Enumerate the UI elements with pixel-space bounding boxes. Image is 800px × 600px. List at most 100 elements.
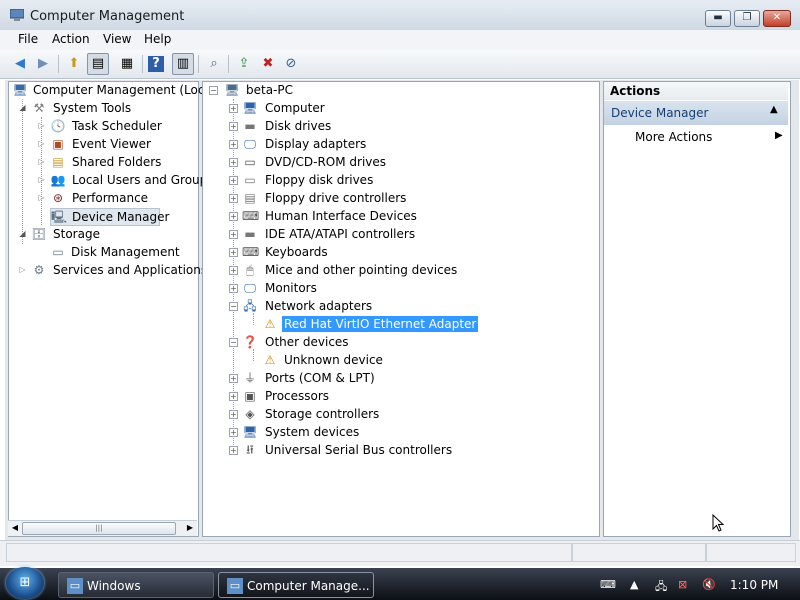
taskbar-item-windows[interactable]: ▭ Windows (58, 572, 214, 598)
expand-arrow-icon[interactable]: ▷ (37, 194, 46, 203)
tree-item-computer-management[interactable]: 🖥 Computer Management (Local (12, 82, 215, 98)
processor-icon: ▣ (244, 389, 256, 403)
show-hide-console-tree-icon[interactable]: ▤ (87, 53, 109, 75)
expand-box-icon[interactable]: + (229, 104, 238, 113)
expand-arrow-icon[interactable]: ▷ (37, 158, 46, 167)
back-icon[interactable]: ◀ (9, 53, 31, 75)
device-category-other-devices[interactable]: − ❓ Other devices (229, 334, 529, 350)
disable-device-icon[interactable]: ⊘ (280, 53, 302, 75)
tree-item-services-applications[interactable]: ▷ ⚙ Services and Applications (18, 262, 207, 278)
up-icon[interactable]: ⬆ (63, 53, 85, 75)
device-unknown-device[interactable]: ⚠ Unknown device (262, 352, 462, 368)
volume-muted-icon[interactable]: 🔇 (702, 578, 716, 591)
device-category-ports[interactable]: + ⏚ Ports (COM & LPT) (229, 370, 529, 386)
expand-box-icon[interactable]: + (229, 284, 238, 293)
start-button[interactable]: ⊞ (6, 567, 44, 599)
expand-box-icon[interactable]: + (229, 266, 238, 275)
device-red-hat-virtio[interactable]: ⚠ Red Hat VirtIO Ethernet Adapter (262, 316, 479, 332)
tree-item-local-users[interactable]: ▷ 👥 Local Users and Groups (37, 172, 213, 188)
collapse-arrow-icon[interactable]: ◢ (18, 230, 27, 239)
scroll-thumb[interactable]: ||| (22, 522, 176, 535)
tree-item-disk-management[interactable]: ▭ Disk Management (50, 244, 196, 260)
actions-section-device-manager[interactable]: Device Manager (604, 101, 788, 125)
scroll-left-icon[interactable]: ◀ (9, 521, 21, 535)
window-icon: ▭ (67, 578, 83, 594)
tree-item-event-viewer[interactable]: ▷ ▣ Event Viewer (37, 136, 196, 152)
tree-item-task-scheduler[interactable]: ▷ 🕓 Task Scheduler (37, 118, 196, 134)
expand-box-icon[interactable]: + (229, 140, 238, 149)
expand-box-icon[interactable]: + (229, 392, 238, 401)
uninstall-device-icon[interactable]: ✖ (257, 53, 279, 75)
expand-box-icon[interactable]: + (229, 122, 238, 131)
submenu-arrow-icon[interactable]: ▶ (775, 130, 783, 141)
expand-box-icon[interactable]: + (229, 194, 238, 203)
tree-line (22, 99, 23, 244)
device-category-usb-controllers[interactable]: + ⭿ Universal Serial Bus controllers (229, 442, 529, 458)
keyboard-layout-icon[interactable]: ⌨ (600, 578, 616, 591)
taskbar-item-computer-management[interactable]: ▭ Computer Manage... (218, 572, 374, 598)
tree-item-performance[interactable]: ▷ ⊛ Performance (37, 190, 196, 206)
device-category-keyboards[interactable]: + ⌨ Keyboards (229, 244, 529, 260)
show-hidden-icons-icon[interactable]: ▲ (630, 578, 638, 591)
device-category-processors[interactable]: + ▣ Processors (229, 388, 529, 404)
close-button[interactable]: ✕ (763, 10, 791, 27)
tree-item-label: Keyboards (265, 245, 328, 259)
tree-item-system-tools[interactable]: ◢ ⚒ System Tools (18, 100, 196, 116)
collapse-box-icon[interactable]: − (229, 338, 238, 347)
maximize-button[interactable]: ❐ (734, 10, 760, 27)
tree-item-storage[interactable]: ◢ 🗄 Storage (18, 226, 196, 242)
forward-icon[interactable]: ▶ (32, 53, 54, 75)
device-category-mice[interactable]: + 🖱 Mice and other pointing devices (229, 262, 529, 278)
expand-box-icon[interactable]: + (229, 212, 238, 221)
tree-item-root[interactable]: − 🖥 beta-PC (209, 82, 359, 98)
menu-action[interactable]: Action (52, 32, 90, 46)
scroll-right-icon[interactable]: ▶ (184, 521, 196, 535)
expand-box-icon[interactable]: + (229, 248, 238, 257)
device-category-display-adapters[interactable]: + 🖵 Display adapters (229, 136, 529, 152)
device-category-monitors[interactable]: + 🖵 Monitors (229, 280, 529, 296)
properties-icon[interactable]: ▦ (116, 53, 138, 75)
menu-file[interactable]: File (18, 32, 38, 46)
expand-box-icon[interactable]: + (229, 374, 238, 383)
tree-item-device-manager[interactable]: 🖳 Device Manager (50, 208, 169, 226)
network-icon[interactable]: 🖧 (655, 578, 667, 597)
expand-box-icon[interactable]: + (229, 410, 238, 419)
expand-arrow-icon[interactable]: ▷ (37, 122, 46, 131)
collapse-box-icon[interactable]: − (229, 302, 238, 311)
device-category-system-devices[interactable]: + 🖥 System devices (229, 424, 529, 440)
device-category-dvd-drives[interactable]: + ▭ DVD/CD-ROM drives (229, 154, 529, 170)
expand-box-icon[interactable]: + (229, 176, 238, 185)
expand-box-icon[interactable]: + (229, 428, 238, 437)
window-title: Computer Management (30, 9, 185, 24)
expand-arrow-icon[interactable]: ▷ (37, 140, 46, 149)
minimize-button[interactable]: ▬ (705, 10, 731, 27)
event-viewer-icon: ▣ (52, 137, 64, 151)
menu-view[interactable]: View (103, 32, 131, 46)
device-category-computer[interactable]: + 🖥 Computer (229, 100, 529, 116)
device-category-ide-controllers[interactable]: + ▬ IDE ATA/ATAPI controllers (229, 226, 529, 242)
tree-item-shared-folders[interactable]: ▷ ▤ Shared Folders (37, 154, 196, 170)
device-category-storage-controllers[interactable]: + ◈ Storage controllers (229, 406, 529, 422)
update-driver-icon[interactable]: ⇪ (233, 53, 255, 75)
help-icon[interactable]: ? (148, 56, 164, 72)
collapse-arrow-icon[interactable]: ◢ (18, 104, 27, 113)
expand-box-icon[interactable]: + (229, 158, 238, 167)
menu-help[interactable]: Help (144, 32, 171, 46)
device-category-floppy-disk-drives[interactable]: + ▭ Floppy disk drives (229, 172, 529, 188)
more-actions-item[interactable]: More Actions (635, 130, 712, 144)
expand-box-icon[interactable]: + (229, 230, 238, 239)
taskbar-clock[interactable]: 1:10 PM (730, 578, 778, 592)
show-hide-action-pane-icon[interactable]: ▥ (172, 53, 194, 75)
scan-hardware-icon[interactable]: ⌕ (203, 53, 225, 75)
device-category-network-adapters[interactable]: − 🖧 Network adapters (229, 298, 529, 314)
computer-management-icon: 🖥 (12, 83, 28, 97)
device-category-floppy-controllers[interactable]: + ▤ Floppy drive controllers (229, 190, 529, 206)
device-category-disk-drives[interactable]: + ▬ Disk drives (229, 118, 529, 134)
device-category-hid[interactable]: + ⌨ Human Interface Devices (229, 208, 529, 224)
expand-arrow-icon[interactable]: ▷ (18, 266, 27, 275)
collapse-section-icon[interactable]: ▲ (770, 104, 778, 115)
safely-remove-hardware-icon[interactable]: ⊠ (678, 578, 687, 591)
expand-arrow-icon[interactable]: ▷ (37, 176, 46, 185)
expand-box-icon[interactable]: + (229, 446, 238, 455)
collapse-box-icon[interactable]: − (209, 86, 218, 95)
